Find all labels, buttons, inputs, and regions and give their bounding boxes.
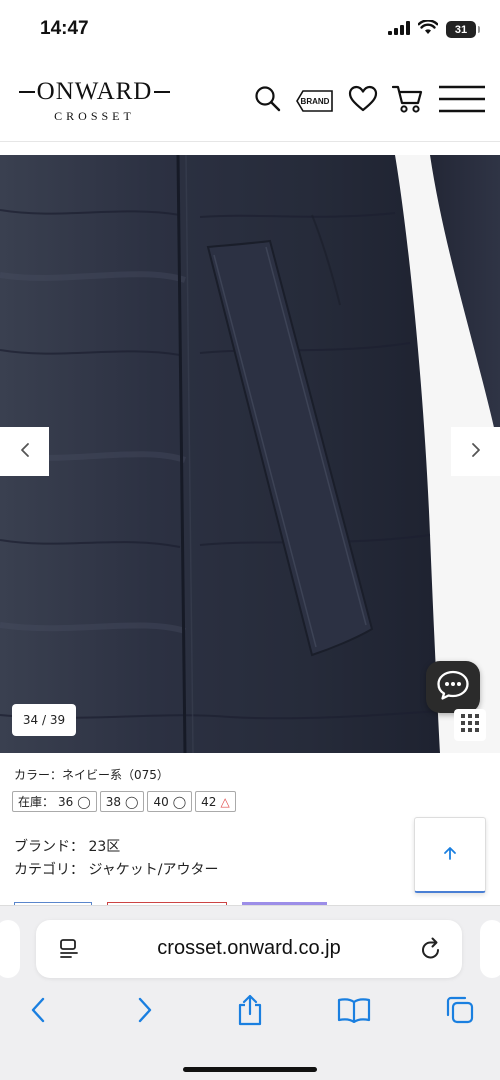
stock-chip-38[interactable]: 38 ◯ [99, 791, 145, 812]
onward-crosset-logo[interactable]: ONWARD CROSSET [12, 78, 177, 124]
home-indicator[interactable] [183, 1067, 317, 1072]
size-value: 38 [105, 794, 122, 809]
forward-icon [137, 997, 153, 1027]
availability-mark: ◯ [172, 794, 187, 809]
gallery-prev-button[interactable] [0, 427, 49, 476]
status-bar: 14:47 31 [0, 0, 500, 62]
menu-icon[interactable] [438, 84, 486, 118]
status-time: 14:47 [40, 18, 89, 39]
stock-row: 在庫： 36 ◯ 38 ◯ 40 ◯ 42 △ [12, 791, 236, 812]
browser-chrome: crosset.onward.co.jp [0, 905, 500, 1080]
logo-main-text: ONWARD [36, 78, 153, 105]
next-tab-peek[interactable] [480, 920, 500, 978]
share-icon [236, 994, 264, 1030]
size-value: 42 [201, 794, 217, 809]
bookmarks-icon [337, 997, 371, 1027]
cart-icon[interactable] [391, 84, 424, 118]
brand-label: BRAND [300, 96, 330, 106]
product-image-gallery[interactable]: 34 / 39 [0, 155, 500, 753]
grid-icon [461, 714, 479, 736]
stock-label: 在庫： [18, 795, 55, 809]
color-info: カラー：ネイビー系（075） [14, 768, 169, 782]
chevron-left-icon [19, 442, 31, 462]
grid-view-button[interactable] [454, 709, 486, 741]
header-icons: BRAND [254, 84, 486, 118]
previous-tab-peek[interactable] [0, 920, 20, 978]
availability-mark: △ [220, 794, 230, 809]
chevron-right-icon [470, 442, 482, 462]
url-text[interactable]: crosset.onward.co.jp [36, 937, 462, 960]
image-counter: 34 / 39 [12, 704, 76, 736]
forward-button[interactable] [127, 994, 163, 1030]
product-details: カラー：ネイビー系（075） 在庫： 36 ◯ 38 ◯ 40 ◯ 42 △ ブ… [0, 753, 500, 914]
logo-wordmark: ONWARD [12, 78, 177, 106]
brand-tag-icon[interactable]: BRAND [296, 90, 334, 112]
stock-chip-36[interactable]: 在庫： 36 ◯ [12, 791, 97, 812]
heart-icon[interactable] [348, 85, 378, 117]
size-value: 40 [153, 794, 169, 809]
back-icon [30, 997, 46, 1027]
wifi-icon [417, 19, 439, 39]
reload-icon[interactable] [420, 937, 442, 965]
availability-mark: ◯ [77, 794, 91, 809]
chat-button[interactable] [426, 661, 480, 713]
tabs-button[interactable] [442, 994, 478, 1030]
stock-chip-42[interactable]: 42 △ [195, 791, 236, 812]
scroll-to-top-button[interactable] [414, 817, 486, 893]
search-icon[interactable] [254, 85, 282, 117]
chat-bubble-icon [436, 669, 470, 705]
site-header: ONWARD CROSSET BRAND [0, 62, 500, 142]
category-info: カテゴリ： ジャケット/アウター [14, 862, 219, 878]
arrow-up-icon [442, 845, 458, 865]
status-icons: 31 [388, 19, 480, 39]
back-button[interactable] [20, 994, 56, 1030]
product-photo [0, 155, 500, 753]
bookmarks-button[interactable] [336, 994, 372, 1030]
browser-toolbar [0, 988, 500, 1036]
share-button[interactable] [232, 994, 268, 1030]
availability-mark: ◯ [125, 794, 139, 809]
brand-info: ブランド： 23区 [14, 839, 121, 855]
signal-icon [388, 20, 410, 39]
size-value: 36 [58, 794, 74, 809]
address-bar[interactable]: crosset.onward.co.jp [36, 920, 462, 978]
tabs-icon [445, 995, 475, 1029]
battery-icon: 31 [446, 21, 480, 38]
gallery-next-button[interactable] [451, 427, 500, 476]
logo-sub-text: CROSSET [54, 109, 135, 123]
stock-chip-40[interactable]: 40 ◯ [147, 791, 193, 812]
